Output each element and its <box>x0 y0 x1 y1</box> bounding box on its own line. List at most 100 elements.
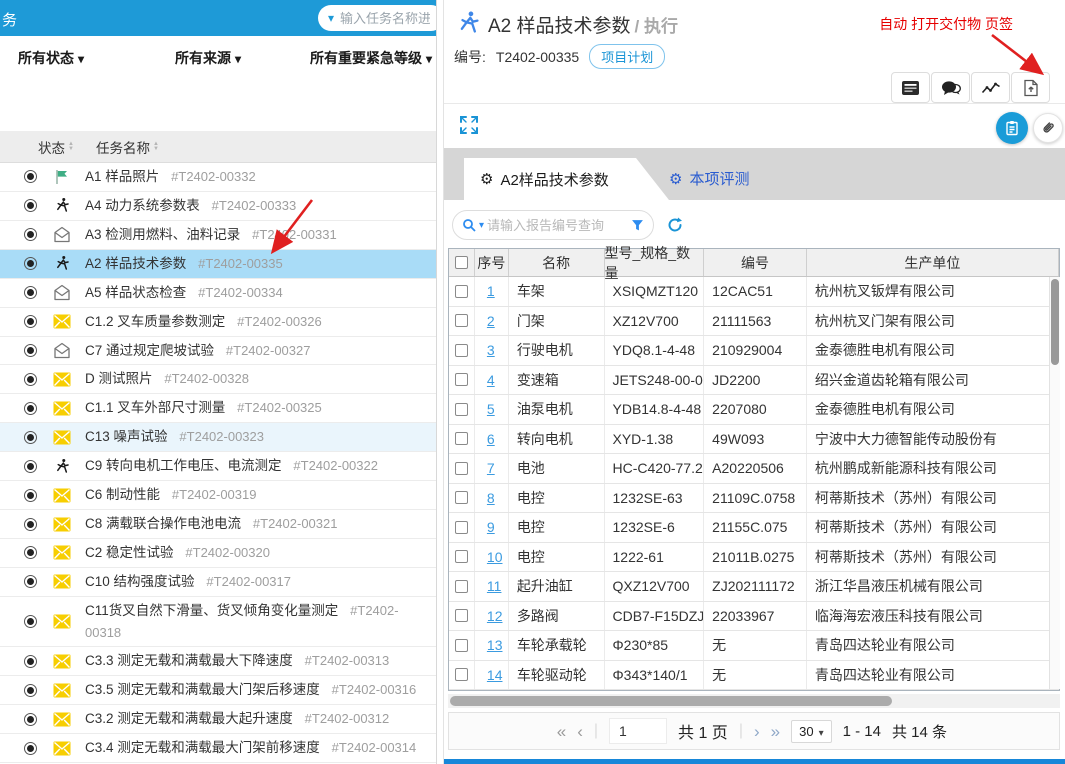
radio-status-icon[interactable] <box>24 228 37 242</box>
chevron-down-icon[interactable] <box>328 11 334 25</box>
vertical-scrollbar[interactable] <box>1049 277 1060 689</box>
serial-number-link[interactable]: 12 <box>483 608 503 624</box>
task-name[interactable]: A2 样品技术参数 <box>85 256 186 271</box>
select-all-checkbox[interactable] <box>454 256 468 269</box>
task-name[interactable]: C13 噪声试验 <box>85 429 168 444</box>
table-row[interactable]: 14 车轮驱动轮 Φ343*140/1 无 青岛四达轮业有限公司 <box>449 660 1059 690</box>
serial-number-link[interactable]: 11 <box>483 578 502 594</box>
task-name[interactable]: D 测试照片 <box>85 371 153 386</box>
row-checkbox[interactable] <box>454 520 468 534</box>
comments-button[interactable] <box>931 72 970 103</box>
radio-status-icon[interactable] <box>24 654 37 668</box>
search-icon[interactable] <box>462 218 476 232</box>
radio-status-icon[interactable] <box>24 372 37 386</box>
chevron-down-icon[interactable] <box>479 220 484 231</box>
filter-funnel-icon[interactable] <box>631 219 644 232</box>
filter-priority[interactable]: 所有重要紧急等级 <box>310 48 432 68</box>
horizontal-scrollbar[interactable] <box>448 694 1060 708</box>
deliverable-upload-button[interactable] <box>1011 72 1050 103</box>
tab-evaluation[interactable]: 本项评测 <box>669 168 749 189</box>
serial-number-link[interactable]: 1 <box>483 283 495 299</box>
row-checkbox[interactable] <box>454 550 468 564</box>
task-name[interactable]: A5 样品状态检查 <box>85 285 186 300</box>
task-name[interactable]: C1.1 叉车外部尺寸测量 <box>85 400 225 415</box>
task-row[interactable]: A5 样品状态检查 #T2402-00334 <box>0 279 436 308</box>
prev-page-button[interactable] <box>577 723 583 740</box>
radio-status-icon[interactable] <box>24 712 37 726</box>
serial-number-link[interactable]: 4 <box>483 372 495 388</box>
horizontal-scrollbar-thumb[interactable] <box>450 696 892 706</box>
row-checkbox[interactable] <box>454 461 468 475</box>
radio-status-icon[interactable] <box>24 517 37 531</box>
radio-status-icon[interactable] <box>24 741 37 755</box>
row-checkbox[interactable] <box>454 432 468 446</box>
task-row[interactable]: A3 检测用燃料、油料记录 #T2402-00331 <box>0 221 436 250</box>
task-name[interactable]: C8 满载联合操作电池电流 <box>85 516 241 531</box>
task-row[interactable]: C3.5 测定无载和满载最大门架后移速度 #T2402-00316 <box>0 676 436 706</box>
task-row[interactable]: C11货叉自然下滑量、货叉倾角变化量测定 #T2402-00318 <box>0 597 436 648</box>
task-row[interactable]: C1.1 叉车外部尺寸测量 #T2402-00325 <box>0 394 436 424</box>
task-row[interactable]: C1.2 叉车质量参数测定 #T2402-00326 <box>0 308 436 337</box>
deliverable-clipboard-button[interactable] <box>996 112 1028 144</box>
row-checkbox[interactable] <box>454 638 468 652</box>
serial-number-link[interactable]: 9 <box>483 519 495 535</box>
task-name[interactable]: C2 稳定性试验 <box>85 545 174 560</box>
page-size-select[interactable]: 30 <box>791 719 832 743</box>
row-checkbox[interactable] <box>454 668 468 682</box>
radio-status-icon[interactable] <box>24 199 37 213</box>
task-name[interactable]: A1 样品照片 <box>85 169 159 184</box>
radio-status-icon[interactable] <box>24 459 37 473</box>
radio-status-icon[interactable] <box>24 488 37 502</box>
column-task-name[interactable]: 任务名称 <box>96 137 150 157</box>
row-checkbox[interactable] <box>454 402 468 416</box>
task-row[interactable]: A1 样品照片 #T2402-00332 <box>0 163 436 192</box>
sort-icon[interactable]: ▲ ▼ <box>68 141 74 152</box>
refresh-icon[interactable] <box>666 216 684 237</box>
task-row[interactable]: C8 满载联合操作电池电流 #T2402-00321 <box>0 510 436 539</box>
paperclip-attachment-button[interactable] <box>1033 113 1063 143</box>
table-row[interactable]: 12 多路阀 CDB7-F15DZJ1-04 22033967 临海海宏液压科技… <box>449 601 1059 631</box>
serial-number-link[interactable]: 14 <box>483 667 503 683</box>
table-row[interactable]: 10 电控 1222-61 21011B.0275 柯蒂斯技术（苏州）有限公司 <box>449 542 1059 572</box>
last-page-button[interactable] <box>771 723 780 740</box>
task-name[interactable]: C3.4 测定无载和满载最大门架前移速度 <box>85 740 320 755</box>
row-checkbox[interactable] <box>454 491 468 505</box>
column-status[interactable]: 状态 <box>38 137 65 157</box>
task-row[interactable]: C3.3 测定无载和满载最大下降速度 #T2402-00313 <box>0 647 436 677</box>
task-name[interactable]: C3.2 测定无载和满载最大起升速度 <box>85 711 293 726</box>
vertical-scrollbar-thumb[interactable] <box>1051 279 1059 365</box>
task-row[interactable]: C3.2 测定无载和满载最大起升速度 #T2402-00312 <box>0 705 436 735</box>
table-row[interactable]: 8 电控 1232SE-63 21109C.0758 柯蒂斯技术（苏州）有限公司 <box>449 483 1059 513</box>
report-search-box[interactable] <box>452 210 654 240</box>
filter-status[interactable]: 所有状态 <box>18 48 84 68</box>
task-name[interactable]: C9 转向电机工作电压、电流测定 <box>85 458 282 473</box>
task-name[interactable]: C3.3 测定无载和满载最大下降速度 <box>85 653 293 668</box>
task-name[interactable]: A3 检测用燃料、油料记录 <box>85 227 240 242</box>
serial-number-link[interactable]: 3 <box>483 342 495 358</box>
task-row[interactable]: C10 结构强度试验 #T2402-00317 <box>0 568 436 597</box>
serial-number-link[interactable]: 8 <box>483 490 495 506</box>
table-row[interactable]: 7 电池 HC-C420-77.28-12 A20220506 杭州鹏成新能源科… <box>449 454 1059 484</box>
task-name[interactable]: C11货叉自然下滑量、货叉倾角变化量测定 <box>85 603 338 618</box>
task-row[interactable]: C6 制动性能 #T2402-00319 <box>0 481 436 511</box>
row-checkbox[interactable] <box>454 609 468 623</box>
next-page-button[interactable] <box>754 723 760 740</box>
table-row[interactable]: 11 起升油缸 QXZ12V700 ZJ202111172 浙江华昌液压机械有限… <box>449 572 1059 602</box>
radio-status-icon[interactable] <box>24 315 37 329</box>
task-name[interactable]: C1.2 叉车质量参数测定 <box>85 314 225 329</box>
radio-status-icon[interactable] <box>24 401 37 415</box>
row-checkbox[interactable] <box>454 579 468 593</box>
report-code-input[interactable] <box>487 217 628 233</box>
table-row[interactable]: 9 电控 1232SE-6 21155C.075 柯蒂斯技术（苏州）有限公司 <box>449 513 1059 543</box>
serial-number-link[interactable]: 10 <box>483 549 503 565</box>
project-plan-tag[interactable]: 项目计划 <box>589 44 666 69</box>
page-number-input[interactable] <box>609 718 668 744</box>
row-checkbox[interactable] <box>454 343 468 357</box>
sort-icon[interactable]: ▲ ▼ <box>153 141 159 152</box>
task-name[interactable]: C3.5 测定无载和满载最大门架后移速度 <box>85 682 320 697</box>
task-name[interactable]: C10 结构强度试验 <box>85 574 195 589</box>
serial-number-link[interactable]: 2 <box>483 313 495 329</box>
table-row[interactable]: 2 门架 XZ12V700 21111563 杭州杭叉门架有限公司 <box>449 306 1059 336</box>
tab-a2-parameters[interactable]: A2样品技术参数 <box>464 158 669 200</box>
serial-number-link[interactable]: 13 <box>483 637 503 653</box>
